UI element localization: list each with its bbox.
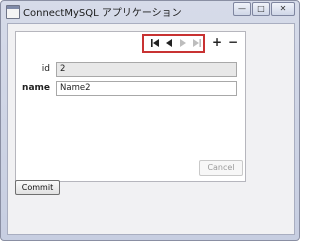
add-record-button[interactable]: +	[211, 36, 223, 48]
name-label: name	[22, 83, 50, 93]
name-field[interactable]: Name2	[56, 81, 237, 96]
next-record-button[interactable]	[177, 38, 189, 48]
client-area: + − id 2 name Name2 Cancel Commit	[7, 23, 295, 235]
id-field[interactable]: 2	[56, 62, 237, 77]
record-panel: + − id 2 name Name2 Cancel	[15, 31, 246, 182]
next-record-icon	[180, 39, 186, 47]
maximize-button[interactable]: □	[252, 2, 270, 16]
id-label: id	[41, 64, 50, 74]
app-window-icon	[6, 5, 20, 19]
previous-record-button[interactable]	[163, 38, 175, 48]
app-window: ConnectMySQL アプリケーション — □ ✕ + − id 2 nam…	[0, 0, 300, 241]
last-record-button[interactable]	[191, 38, 203, 48]
last-record-icon	[193, 39, 201, 47]
minimize-button[interactable]: —	[233, 2, 251, 16]
first-record-icon	[151, 39, 159, 47]
first-record-button[interactable]	[149, 38, 161, 48]
close-button[interactable]: ✕	[271, 2, 295, 16]
delete-record-button[interactable]: −	[227, 36, 239, 48]
caption-buttons: — □ ✕	[233, 2, 295, 16]
commit-button[interactable]: Commit	[15, 180, 60, 195]
cancel-button[interactable]: Cancel	[199, 160, 243, 176]
title-bar[interactable]: ConnectMySQL アプリケーション — □ ✕	[1, 1, 299, 23]
previous-record-icon	[166, 39, 172, 47]
window-title: ConnectMySQL アプリケーション	[23, 8, 182, 19]
